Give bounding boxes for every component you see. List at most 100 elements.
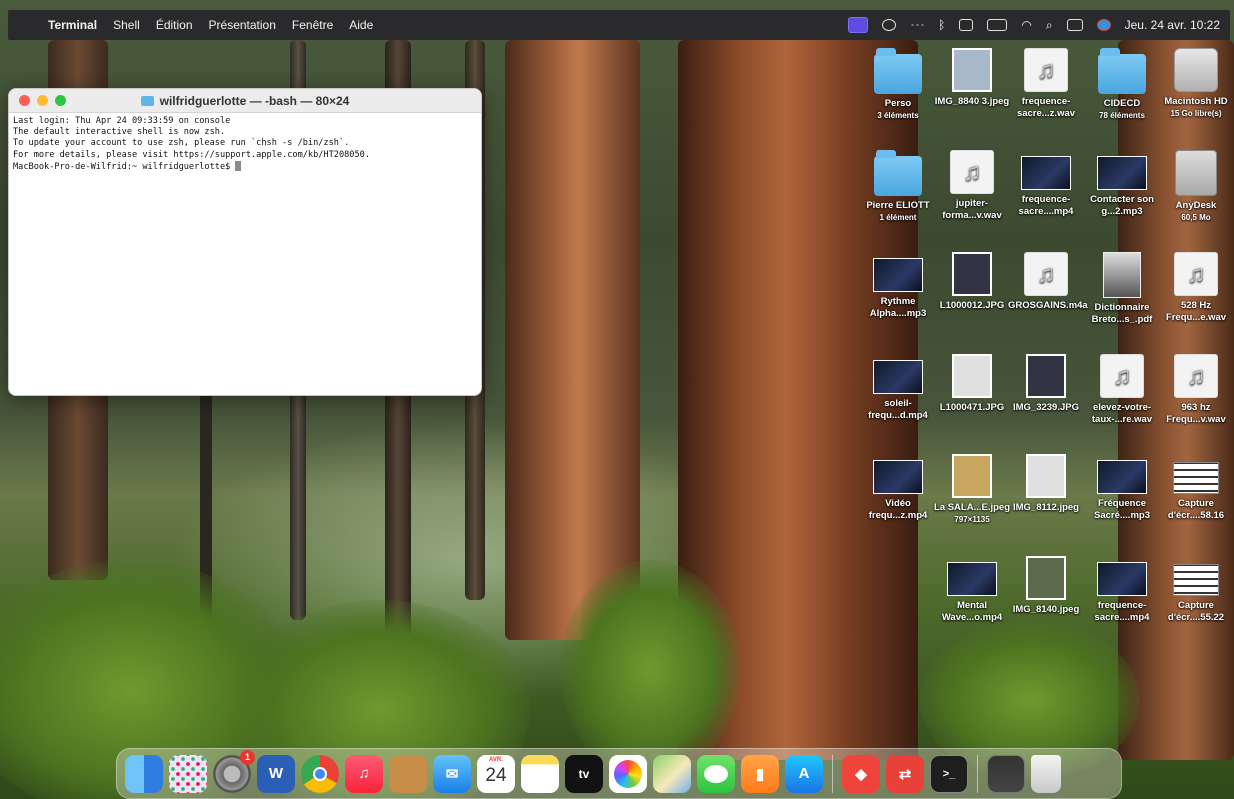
- desktop-item[interactable]: Vidéo frequ...z.mp4: [860, 454, 936, 522]
- menu-aide[interactable]: Aide: [349, 18, 373, 32]
- menu-fenetre[interactable]: Fenêtre: [292, 18, 333, 32]
- desktop-item[interactable]: IMG_8840 3.jpeg: [934, 48, 1010, 108]
- photo-icon: [1026, 354, 1066, 398]
- dock-separator: [977, 754, 978, 793]
- finder-icon[interactable]: [125, 754, 163, 793]
- desktop-item[interactable]: GROSGAINS.m4a: [1008, 252, 1088, 312]
- siri-icon[interactable]: [1096, 19, 1111, 31]
- desktop-item[interactable]: Fréquence Sacré....mp3: [1084, 454, 1160, 522]
- photos-icon[interactable]: [609, 754, 647, 793]
- messages-icon[interactable]: [697, 754, 735, 793]
- desktop-item[interactable]: L1000012.JPG: [934, 252, 1010, 312]
- desktop-item-info: 3 éléments: [877, 111, 919, 120]
- keyboard-icon[interactable]: [959, 19, 974, 31]
- mail-icon[interactable]: ✉: [433, 754, 471, 793]
- menu-bar: Terminal Shell Édition Présentation Fenê…: [8, 10, 1230, 40]
- desktop-item[interactable]: frequence-sacre....mp4: [1084, 556, 1160, 624]
- desktop-item[interactable]: IMG_3239.JPG: [1008, 354, 1084, 414]
- desktop-item[interactable]: Dictionnaire Breto...s_.pdf: [1084, 252, 1160, 326]
- desktop-item-label: IMG_8112.jpeg: [1012, 502, 1079, 513]
- launchpad-icon[interactable]: [169, 754, 207, 793]
- desktop-item-label: Capture d'écr....58.16: [1167, 498, 1225, 521]
- desktop-item[interactable]: jupiter-forma...v.wav: [934, 150, 1010, 222]
- desktop-item[interactable]: CIDECD 78 éléments: [1084, 48, 1160, 122]
- terminal-window[interactable]: wilfridguerlotte — -bash — 80×24 Last lo…: [8, 88, 482, 396]
- calendar-icon[interactable]: AVR. 24: [477, 754, 515, 793]
- battery-icon[interactable]: [987, 19, 1008, 31]
- system-settings-icon[interactable]: 1: [213, 749, 255, 793]
- app-store-icon[interactable]: A: [785, 754, 823, 793]
- video-file-icon: [1097, 562, 1147, 596]
- desktop-item[interactable]: soleil-frequ...d.mp4: [860, 354, 936, 422]
- chrome-icon[interactable]: [301, 754, 339, 793]
- terminal-prompt-line[interactable]: MacBook-Pro-de-Wilfrid:~ wilfridguerlott…: [13, 160, 477, 173]
- bluetooth-icon[interactable]: ᛒ: [938, 18, 945, 32]
- books-icon[interactable]: ▮: [741, 754, 779, 793]
- desktop-item[interactable]: frequence-sacre...z.wav: [1008, 48, 1084, 120]
- audio-file-icon: [1174, 354, 1218, 398]
- desktop-item-label: CIDECD: [1103, 98, 1141, 109]
- desktop-item-label: Contacter son g...2.mp3: [1090, 194, 1154, 217]
- calendar-day: 24: [485, 764, 507, 786]
- menu-bar-clock[interactable]: Jeu. 24 avr. 10:22: [1125, 18, 1220, 32]
- desktop-item-label: IMG_8840 3.jpeg: [934, 96, 1010, 107]
- desktop-item-info: 15 Go libre(s): [1170, 109, 1222, 118]
- fern: [560, 560, 740, 780]
- desktop-item[interactable]: Mental Wave...o.mp4: [934, 556, 1010, 624]
- desktop-item[interactable]: elevez-votre-taux-...re.wav: [1084, 354, 1160, 426]
- desktop-item[interactable]: IMG_8140.jpeg: [1008, 556, 1084, 616]
- music-icon[interactable]: ♫: [345, 754, 383, 793]
- menu-app-terminal[interactable]: Terminal: [48, 18, 97, 32]
- apple-tv-icon[interactable]: tv: [565, 754, 603, 793]
- desktop-item[interactable]: Perso 3 éléments: [860, 48, 936, 122]
- trash-icon[interactable]: [1031, 754, 1061, 793]
- desktop-item[interactable]: 528 Hz Frequ...e.wav: [1158, 252, 1234, 324]
- menu-edition[interactable]: Édition: [156, 18, 193, 32]
- contacts-icon[interactable]: [389, 754, 427, 793]
- desktop-item-label: 528 Hz Frequ...e.wav: [1165, 300, 1227, 323]
- desktop-item[interactable]: 963 hz Frequ...v.wav: [1158, 354, 1234, 426]
- desktop-item[interactable]: La SALA...E.jpeg 797×1135: [934, 454, 1010, 526]
- desktop-item-label: frequence-sacre....mp4: [1094, 600, 1150, 623]
- desktop-item[interactable]: AnyDesk 60,5 Mo: [1158, 150, 1234, 224]
- desktop-item[interactable]: IMG_8112.jpeg: [1008, 454, 1084, 514]
- desktop-item-label: Perso: [884, 98, 912, 109]
- desktop-item[interactable]: Capture d'écr....58.16: [1158, 454, 1234, 522]
- terminal-titlebar[interactable]: wilfridguerlotte — -bash — 80×24: [9, 89, 481, 113]
- desktop-item[interactable]: Rythme Alpha....mp3: [860, 252, 936, 320]
- speech-bubble-icon: [704, 764, 728, 783]
- desktop-item[interactable]: L1000471.JPG: [934, 354, 1010, 414]
- video-file-icon: [1097, 156, 1147, 190]
- anydesk-icon[interactable]: ◆: [842, 754, 880, 793]
- word-icon[interactable]: W: [257, 754, 295, 793]
- siri-status-icon[interactable]: [882, 19, 897, 31]
- desktop-item[interactable]: frequence-sacre....mp4: [1008, 150, 1084, 218]
- terminal-output[interactable]: Last login: Thu Apr 24 09:33:59 on conso…: [9, 113, 481, 176]
- hard-disk-icon: [1174, 48, 1218, 92]
- screenshot-icon: [1173, 564, 1219, 596]
- notes-icon[interactable]: [521, 754, 559, 793]
- desktop-item-label: Rythme Alpha....mp3: [869, 296, 927, 319]
- menu-shell[interactable]: Shell: [113, 18, 140, 32]
- chrome-center-icon: [313, 766, 327, 781]
- dots-status-icon[interactable]: [910, 22, 925, 28]
- recent-document-icon[interactable]: [987, 754, 1025, 793]
- screen-mirroring-icon[interactable]: [848, 17, 869, 33]
- dock-separator: [832, 754, 833, 793]
- desktop-item-info: 60,5 Mo: [1181, 213, 1211, 222]
- desktop-item[interactable]: Capture d'écr....55.22: [1158, 556, 1234, 624]
- desktop-item[interactable]: Macintosh HD 15 Go libre(s): [1158, 48, 1234, 120]
- wifi-icon[interactable]: ◠: [1021, 18, 1031, 32]
- maps-icon[interactable]: [653, 754, 691, 793]
- teamviewer-icon[interactable]: ⇄: [886, 754, 924, 793]
- dock: 1 W ♫ ✉ AVR. 24 tv ▮ A ◆ ⇄ >_: [116, 748, 1122, 799]
- video-file-icon: [873, 460, 923, 494]
- control-center-icon[interactable]: [1066, 19, 1083, 31]
- desktop-item-label: Pierre ELIOTT: [866, 200, 930, 211]
- desktop-item[interactable]: Contacter son g...2.mp3: [1084, 150, 1160, 218]
- calendar-month: AVR.: [489, 756, 503, 763]
- desktop-item[interactable]: Pierre ELIOTT 1 élément: [860, 150, 936, 224]
- terminal-icon[interactable]: >_: [930, 754, 968, 793]
- search-icon[interactable]: ⌕: [1046, 18, 1053, 33]
- menu-presentation[interactable]: Présentation: [209, 18, 276, 32]
